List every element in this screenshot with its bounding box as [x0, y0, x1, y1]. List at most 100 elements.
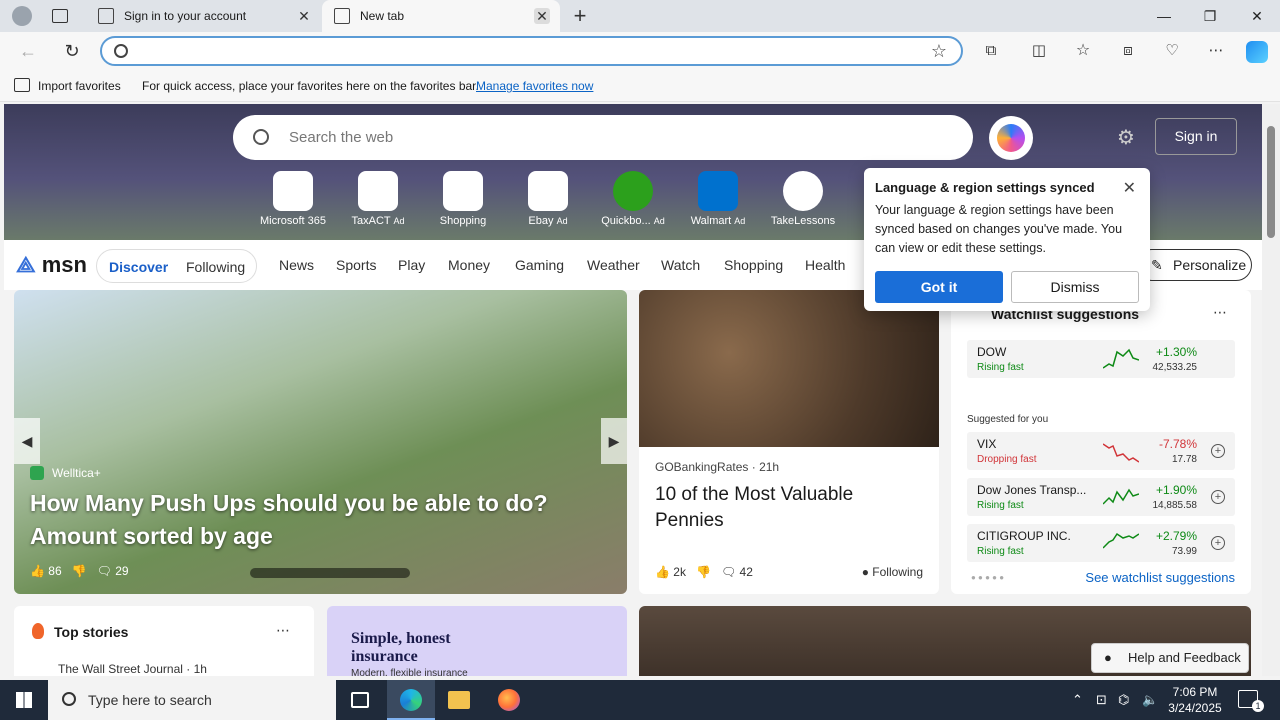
- tray-chevron-icon[interactable]: ⌃: [1072, 692, 1083, 708]
- tab-sign-in[interactable]: Sign in to your account ✕: [86, 0, 322, 32]
- dismiss-button[interactable]: Dismiss: [1011, 271, 1139, 303]
- tray-wifi-icon[interactable]: ⌬: [1118, 692, 1129, 708]
- scrollbar-thumb[interactable]: [1267, 126, 1275, 238]
- split-screen-icon[interactable]: ◫: [1024, 37, 1054, 65]
- extensions-icon[interactable]: ⧉: [976, 37, 1006, 65]
- add-to-watchlist-icon[interactable]: +: [1211, 444, 1225, 458]
- got-it-button[interactable]: Got it: [875, 271, 1003, 303]
- back-button[interactable]: ←: [13, 37, 43, 65]
- quick-link-quickbooks[interactable]: Quickbo... Ad: [593, 171, 673, 227]
- title-bar: Sign in to your account ✕ New tab ✕ + — …: [0, 0, 1280, 32]
- performance-icon[interactable]: ♡: [1157, 37, 1187, 65]
- dislike-icon[interactable]: 👎: [72, 564, 87, 578]
- taxact-icon: [358, 171, 398, 211]
- system-clock[interactable]: 7:06 PM 3/24/2025: [1160, 684, 1230, 716]
- stock-row-citigroup[interactable]: CITIGROUP INC. Rising fast +2.79% 73.99 …: [967, 524, 1235, 562]
- carousel-prev-button[interactable]: ◀: [14, 418, 40, 464]
- tray-network-icon[interactable]: ⊡: [1096, 692, 1107, 708]
- close-icon[interactable]: ✕: [1123, 178, 1136, 198]
- start-button[interactable]: [0, 680, 48, 720]
- tab-discover[interactable]: Discover: [109, 259, 168, 275]
- tab-following[interactable]: Following: [186, 259, 245, 275]
- nav-gaming[interactable]: Gaming: [515, 257, 564, 273]
- quick-link-takelessons[interactable]: TakeLessons: [763, 171, 843, 227]
- stock-row-vix[interactable]: VIX Dropping fast -7.78% 17.78 +: [967, 432, 1235, 470]
- carousel-dots[interactable]: [250, 568, 410, 578]
- nav-watch[interactable]: Watch: [661, 257, 700, 273]
- comment-icon[interactable]: 🗨: [721, 565, 736, 579]
- hero-story-card[interactable]: ◀ ▶ Welltica+ How Many Push Ups should y…: [14, 290, 627, 594]
- tab-new-tab[interactable]: New tab ✕: [322, 0, 560, 32]
- top-story-source[interactable]: The Wall Street Journal · 1h: [58, 662, 207, 676]
- manage-favorites-link[interactable]: Manage favorites now: [476, 79, 593, 93]
- nav-weather[interactable]: Weather: [587, 257, 640, 273]
- collections-icon[interactable]: ⧈: [1113, 37, 1143, 65]
- address-bar[interactable]: ☆: [100, 36, 963, 66]
- dislike-icon[interactable]: 👎: [696, 565, 711, 579]
- new-tab-button[interactable]: +: [568, 3, 592, 29]
- story-headline[interactable]: How Many Push Ups should you be able to …: [30, 487, 590, 553]
- nav-shopping[interactable]: Shopping: [724, 257, 783, 273]
- pennies-story-card[interactable]: GOBankingRates · 21h 10 of the Most Valu…: [639, 290, 939, 594]
- taskbar-file-explorer[interactable]: [435, 680, 483, 720]
- close-window-button[interactable]: ✕: [1234, 0, 1280, 32]
- page-scrollbar[interactable]: [1262, 104, 1280, 676]
- nav-money[interactable]: Money: [448, 257, 490, 273]
- favorite-star-icon[interactable]: ☆: [931, 41, 947, 62]
- like-icon[interactable]: 👍: [30, 564, 45, 578]
- see-watchlist-link[interactable]: See watchlist suggestions: [1085, 570, 1235, 585]
- watchlist-pager[interactable]: ● ● ● ● ●: [971, 573, 1004, 582]
- stock-row-dow[interactable]: DOW Rising fast +1.30% 42,533.25: [967, 340, 1235, 378]
- nav-health[interactable]: Health: [805, 257, 845, 273]
- quick-link-microsoft-365[interactable]: Microsoft 365: [253, 171, 333, 227]
- gear-icon[interactable]: ⚙: [1117, 125, 1135, 150]
- story-title[interactable]: 10 of the Most Valuable Pennies: [655, 482, 925, 534]
- profile-icon[interactable]: [12, 6, 32, 26]
- quick-link-ebay[interactable]: Ebay Ad: [508, 171, 588, 227]
- copilot-icon[interactable]: [1246, 41, 1268, 63]
- add-to-watchlist-icon[interactable]: +: [1211, 536, 1225, 550]
- watchlist-more-icon[interactable]: ⋯: [1213, 304, 1227, 321]
- minimize-button[interactable]: —: [1141, 0, 1187, 32]
- add-to-watchlist-icon[interactable]: +: [1211, 490, 1225, 504]
- quick-link-walmart[interactable]: Walmart Ad: [678, 171, 758, 227]
- quick-link-shopping[interactable]: Shopping: [423, 171, 503, 227]
- web-search-box[interactable]: Search the web: [233, 115, 973, 160]
- sign-in-button[interactable]: Sign in: [1155, 118, 1237, 155]
- insurance-ad-card[interactable]: Simple, honest insurance Modern, flexibl…: [327, 606, 627, 676]
- web-search-input[interactable]: Search the web: [289, 129, 393, 146]
- tab-actions-icon[interactable]: [52, 9, 68, 23]
- personalize-button[interactable]: ✎ Personalize: [1136, 249, 1252, 281]
- taskbar-search[interactable]: Type here to search: [48, 680, 336, 720]
- help-feedback-button[interactable]: ● Help and Feedback: [1091, 643, 1249, 673]
- tray-volume-icon[interactable]: 🔈: [1142, 692, 1158, 708]
- import-favorites-button[interactable]: Import favorites: [38, 79, 121, 93]
- refresh-button[interactable]: ↻: [57, 37, 87, 65]
- carousel-next-button[interactable]: ▶: [601, 418, 627, 464]
- more-options-icon[interactable]: ⋯: [1201, 37, 1231, 65]
- nav-play[interactable]: Play: [398, 257, 425, 273]
- favorites-icon[interactable]: ☆: [1068, 37, 1098, 65]
- close-tab-icon[interactable]: ✕: [534, 8, 550, 24]
- taskbar-firefox[interactable]: [485, 680, 533, 720]
- sparkline: [1103, 348, 1139, 369]
- import-favorites-icon[interactable]: [14, 78, 30, 92]
- task-view-button[interactable]: [336, 680, 384, 720]
- following-badge[interactable]: ● Following: [862, 565, 923, 579]
- sparkline: [1103, 443, 1139, 463]
- close-tab-icon[interactable]: ✕: [296, 8, 312, 24]
- msn-logo[interactable]: ⟁ msn: [16, 252, 87, 278]
- nav-sports[interactable]: Sports: [336, 257, 376, 273]
- comment-icon[interactable]: 🗨: [97, 564, 112, 578]
- nav-news[interactable]: News: [279, 257, 314, 273]
- stock-row-dow-jones-transport[interactable]: Dow Jones Transp... Rising fast +1.90% 1…: [967, 478, 1235, 516]
- top-stories-title: Top stories: [54, 624, 129, 640]
- taskbar-edge[interactable]: [387, 680, 435, 720]
- restore-button[interactable]: ❐: [1187, 0, 1233, 32]
- copilot-button[interactable]: [989, 116, 1033, 160]
- quick-link-taxact[interactable]: TaxACT Ad: [338, 171, 418, 227]
- publisher-icon: [30, 466, 44, 480]
- taskbar-search-input[interactable]: Type here to search: [88, 692, 212, 708]
- top-stories-more-icon[interactable]: ⋯: [276, 622, 290, 639]
- like-icon[interactable]: 👍: [655, 565, 670, 579]
